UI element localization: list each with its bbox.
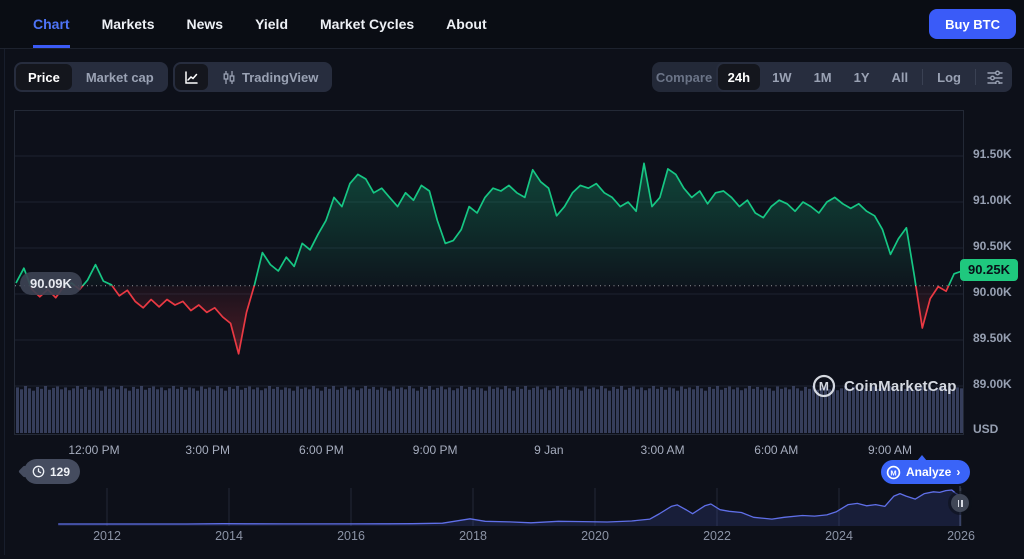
tab-chart[interactable]: Chart bbox=[33, 0, 70, 48]
range-selector: 24h 1W 1M 1Y All Log bbox=[715, 62, 1012, 92]
year-tick-label: 2016 bbox=[337, 529, 365, 543]
year-tick-label: 2020 bbox=[581, 529, 609, 543]
axis-unit-label: USD bbox=[973, 422, 999, 436]
time-tick-label: 6:00 PM bbox=[299, 443, 344, 457]
compare-label: Compare bbox=[655, 69, 713, 85]
arrow-right-icon: › bbox=[956, 465, 961, 479]
line-chart-icon bbox=[184, 70, 199, 85]
tab-bar: Chart Markets News Yield Market Cycles About bbox=[33, 0, 487, 48]
crypto-chart-widget: Chart Markets News Yield Market Cycles About … bbox=[0, 0, 1024, 559]
divider bbox=[922, 69, 924, 85]
year-tick-label: 2026 bbox=[947, 529, 975, 543]
time-tick-label: 9:00 PM bbox=[412, 443, 458, 457]
analyze-button[interactable]: M Analyze › bbox=[881, 460, 971, 484]
chart-type-toggle: TradingView bbox=[173, 62, 333, 92]
widget-left-border bbox=[4, 6, 5, 555]
price-tick-label: 89.50K bbox=[973, 331, 1012, 345]
chart-settings-sliders-icon[interactable] bbox=[980, 64, 1010, 90]
main-price-chart[interactable] bbox=[15, 111, 963, 434]
divider bbox=[975, 69, 976, 85]
header: Chart Markets News Yield Market Cycles About … bbox=[0, 0, 1024, 49]
time-tick-label: 9 Jan bbox=[534, 443, 564, 457]
tradingview-mode-button[interactable]: TradingView bbox=[210, 64, 330, 90]
tab-yield[interactable]: Yield bbox=[255, 0, 288, 48]
price-tick-label: 91.50K bbox=[973, 147, 1012, 161]
year-tick-label: 2022 bbox=[703, 529, 731, 543]
analyze-logo-icon: M bbox=[886, 465, 901, 480]
line-chart-mode-button[interactable] bbox=[175, 64, 208, 90]
buy-btc-button[interactable]: Buy BTC bbox=[929, 9, 1016, 39]
range-all[interactable]: All bbox=[882, 64, 919, 90]
tradingview-label: TradingView bbox=[242, 69, 319, 85]
navigator-resize-handle[interactable] bbox=[951, 494, 969, 512]
annotations-count-badge[interactable]: 129 bbox=[24, 459, 81, 484]
range-1m[interactable]: 1M bbox=[804, 64, 842, 90]
alltime-navigator-chart[interactable] bbox=[14, 486, 1010, 528]
toggle-price[interactable]: Price bbox=[16, 64, 72, 90]
log-scale-button[interactable]: Log bbox=[927, 64, 971, 90]
toggle-market-cap[interactable]: Market cap bbox=[74, 64, 166, 90]
year-tick-label: 2014 bbox=[215, 529, 243, 543]
svg-text:M: M bbox=[890, 468, 896, 477]
tab-markets[interactable]: Markets bbox=[102, 0, 155, 48]
time-tick-label: 3:00 PM bbox=[185, 443, 231, 457]
time-tick-label: 12:00 PM bbox=[68, 443, 120, 457]
time-tick-label: 3:00 AM bbox=[640, 443, 685, 457]
price-tick-label: 91.00K bbox=[973, 193, 1012, 207]
history-clock-icon bbox=[32, 465, 45, 478]
price-tick-label: 89.00K bbox=[973, 377, 1012, 391]
time-tick-label: 6:00 AM bbox=[754, 443, 799, 457]
annotations-count: 129 bbox=[50, 464, 71, 479]
time-tick-label: 9:00 AM bbox=[867, 443, 912, 457]
tab-about[interactable]: About bbox=[446, 0, 486, 48]
range-1y[interactable]: 1Y bbox=[844, 64, 880, 90]
range-24h[interactable]: 24h bbox=[717, 64, 761, 90]
tab-news[interactable]: News bbox=[186, 0, 223, 48]
open-price-pill: 90.09K bbox=[20, 271, 82, 295]
analyze-label: Analyze bbox=[906, 465, 952, 479]
range-1w[interactable]: 1W bbox=[762, 64, 802, 90]
candlestick-icon bbox=[222, 70, 236, 85]
price-tick-label: 90.50K bbox=[973, 239, 1012, 253]
price-marketcap-toggle: Price Market cap bbox=[14, 62, 168, 92]
last-price-badge: 90.25K bbox=[960, 259, 1018, 281]
year-tick-label: 2024 bbox=[825, 529, 853, 543]
year-tick-label: 2018 bbox=[459, 529, 487, 543]
tab-market-cycles[interactable]: Market Cycles bbox=[320, 0, 414, 48]
price-tick-label: 90.00K bbox=[973, 285, 1012, 299]
main-chart-area[interactable] bbox=[14, 110, 964, 435]
year-tick-label: 2012 bbox=[93, 529, 121, 543]
